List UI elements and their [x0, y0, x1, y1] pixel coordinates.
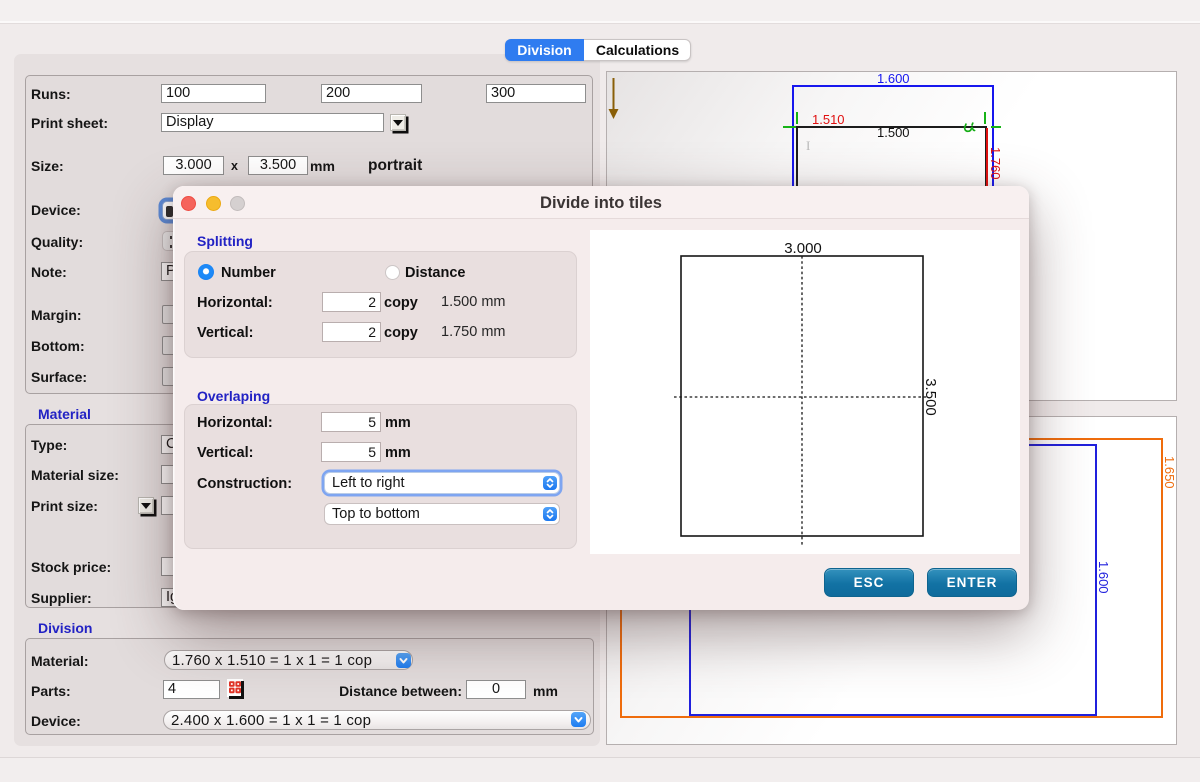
svg-text:3.000: 3.000 — [784, 240, 822, 257]
svg-text:3.500: 3.500 — [922, 378, 939, 416]
